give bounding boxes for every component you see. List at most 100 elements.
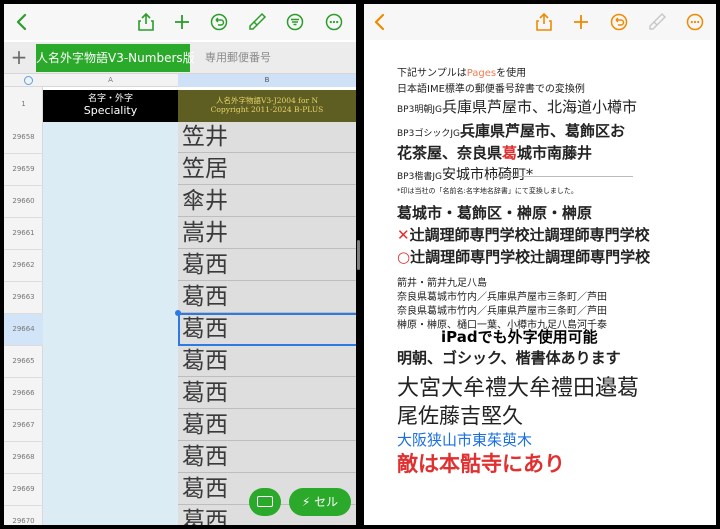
numbers-toolbar [4,4,356,40]
more-icon[interactable] [322,10,346,34]
table-row[interactable]: 笠井 [178,122,356,153]
row-number[interactable]: 29667 [4,421,43,429]
sample-mincho: 兵庫県芦屋市、北海道小樽市 [441,98,637,116]
format-brush-icon[interactable] [645,10,669,34]
more-icon[interactable] [683,10,707,34]
row-number[interactable]: 29665 [4,357,43,365]
back-chevron-icon[interactable] [368,10,392,34]
doc-line-gothic-2: 花茶屋、奈良県葛城市南藤井 [397,142,592,163]
row-number[interactable]: 1 [4,100,43,108]
sample-gothic-2-post: 城市南藤井 [517,144,593,162]
row-number[interactable]: 29659 [4,165,43,173]
row-number[interactable]: 29658 [4,133,43,141]
cell-b-text: 傘井 [182,188,228,214]
row-divider [4,505,43,506]
row-divider [4,217,43,218]
lightning-icon: ⚡ [301,495,311,509]
header-cell-a[interactable]: 名字・外字 Speciality [43,90,178,122]
underline-rule [493,176,633,177]
undo-icon[interactable] [607,10,631,34]
keyboard-button[interactable] [249,488,281,516]
row-number[interactable]: 29664 [4,325,43,333]
pages-pane: 下記サンプルはPagesを使用 日本語IME標準の郵便番号辞書での変換例 BP3… [364,4,716,525]
cell-b-text: 葛西 [182,380,228,406]
header-cell-b[interactable]: 人名外字物語V3-J2004 for N Copyright 2011-2024… [178,90,356,122]
table-row[interactable]: 葛西 [178,410,356,441]
cell-b-text: 葛西 [182,412,228,438]
selected-cell-outline[interactable] [178,313,356,346]
cell-b-text: 笠居 [182,156,228,182]
undo-icon[interactable] [207,10,231,34]
sample-gothic-2-pre: 花茶屋、奈良県 [397,144,503,162]
table-row[interactable]: 傘井 [178,186,356,217]
cell-b-text: 葛西 [182,348,228,374]
add-sheet-button[interactable]: + [4,42,34,74]
font-label-gothic: BP3ゴシックJG [397,129,460,139]
row-divider [4,185,43,186]
select-all-circle-icon[interactable] [24,76,33,85]
cell-button[interactable]: ⚡ セル [289,488,351,516]
header-row: 名字・外字 Speciality 人名外字物語V3-J2004 for N Co… [43,90,356,122]
row-divider [4,377,43,378]
pages-toolbar [364,4,716,40]
table-row[interactable]: 葛西 [178,250,356,281]
doc-line-mincho: BP3明朝JG兵庫県芦屋市、北海道小樽市 [397,96,637,117]
doc-line-16: 明朝、ゴシック、楷書体あります [397,349,621,367]
doc-line-10: ○辻調理師専門学校辻調理師専門学校 [397,246,650,267]
column-a-cells[interactable] [43,122,178,525]
doc-note: *印は当社の「名前名:名字地名辞書」にて変換しました。 [397,187,578,195]
row-divider [4,441,43,442]
row-divider [4,473,43,474]
table-row[interactable]: 葛西 [178,442,356,473]
share-icon[interactable] [532,10,556,34]
row-number[interactable]: 29660 [4,197,43,205]
column-header-b[interactable]: B [178,74,356,87]
add-icon[interactable] [569,10,593,34]
back-chevron-icon[interactable] [10,10,34,34]
format-brush-icon[interactable] [245,10,269,34]
doc-line-15: iPadでも外字使用可能 [441,328,598,346]
row-divider [4,153,43,154]
doc-line-19: 大阪狭山市東茱萸木 [397,431,533,449]
row-number[interactable]: 29661 [4,229,43,237]
font-label-kaisho: BP3楷書JG [397,172,442,182]
share-icon[interactable] [134,10,158,34]
doc-line-1: 下記サンプルはPagesを使用 [397,64,526,79]
organize-icon[interactable] [283,10,307,34]
cell-b-text: 嵩井 [182,220,228,246]
doc-line-1-pre: 下記サンプルは [397,68,467,79]
row-number[interactable]: 29669 [4,485,43,493]
tab-jinmei-gaiji[interactable]: 人名外字物語V3-Numbers版 [36,44,195,72]
sample-gothic-2-highlight: 葛 [502,144,518,162]
row-number[interactable]: 29663 [4,293,43,301]
circle-mark-icon: ○ [397,248,411,266]
selection-handle[interactable] [175,310,181,316]
add-icon[interactable] [170,10,194,34]
tab-yubin-bango[interactable]: 専用郵便番号 [194,44,282,72]
table-row[interactable]: 葛西 [178,378,356,409]
row-divider [4,281,43,282]
split-view-divider[interactable] [357,240,360,270]
table-row[interactable]: 葛西 [178,282,356,313]
row-number[interactable]: 29666 [4,389,43,397]
table-row[interactable]: 笠居 [178,154,356,185]
doc-line-17: 大宮大牟禮大牟禮田邉葛 [397,376,640,401]
keyboard-icon [257,496,273,507]
row-number[interactable]: 29670 [4,517,43,525]
header-b-line2: Copyright 2011-2024 B-PLUS [210,105,324,114]
doc-line-gothic: BP3ゴシックJG兵庫県芦屋市、葛飾区お [397,120,625,141]
doc-line-8: 葛城市・葛飾区・榊原・榊原 [397,204,593,222]
row-number[interactable]: 29668 [4,453,43,461]
doc-line-1-highlight: Pages [466,68,497,79]
font-label-mincho: BP3明朝JG [397,105,442,115]
row-number[interactable]: 29662 [4,261,43,269]
header-b-line1: 人名外字物語V3-J2004 for N [215,96,319,105]
cell-b-text: 葛西 [182,252,228,278]
column-header-a[interactable]: A [43,74,178,87]
table-row[interactable]: 葛西 [178,346,356,377]
row-divider [4,249,43,250]
sample-gothic: 兵庫県芦屋市、葛飾区お [459,122,625,140]
cell-b-text: 笠井 [182,124,228,150]
row-divider [4,345,43,346]
table-row[interactable]: 嵩井 [178,218,356,249]
